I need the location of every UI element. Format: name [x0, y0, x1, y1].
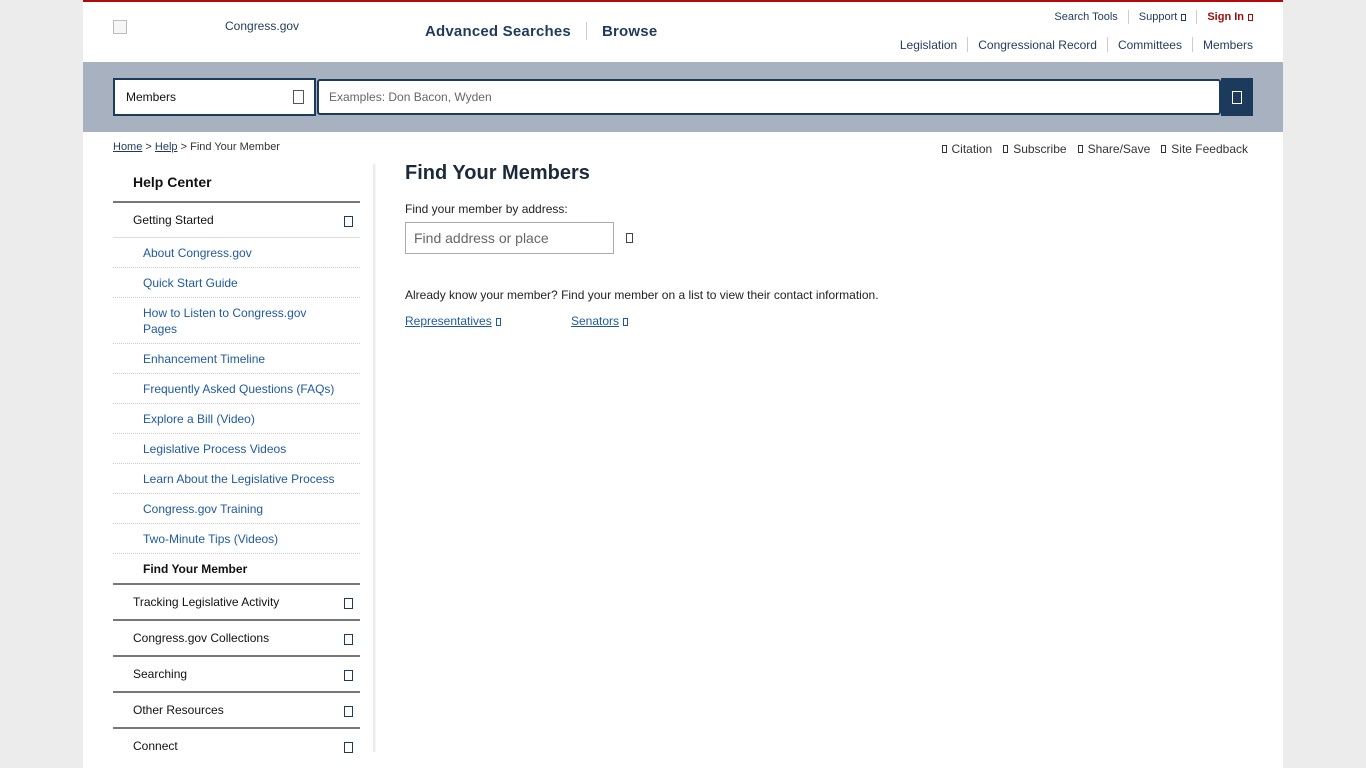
section-connect[interactable]: Connect [113, 729, 360, 763]
sign-in-link[interactable]: Sign In [1207, 11, 1253, 23]
search-band: Members [83, 62, 1283, 132]
breadcrumb: Home > Help > Find Your Member [113, 141, 280, 153]
sign-in-label: Sign In [1207, 11, 1244, 23]
senators-label: Senators [571, 314, 620, 328]
chevron-down-icon [1248, 13, 1253, 21]
sidebar-item-training[interactable]: Congress.gov Training [113, 494, 360, 524]
search-button[interactable] [1221, 78, 1253, 116]
section-label: Congress.gov Collections [133, 631, 270, 645]
share-icon [1077, 145, 1083, 153]
nav-congressional-record[interactable]: Congressional Record [978, 38, 1097, 52]
nav-committees[interactable]: Committees [1118, 38, 1182, 52]
share-save-tool[interactable]: Share/Save [1077, 142, 1151, 156]
breadcrumb-home[interactable]: Home [113, 141, 142, 153]
expand-icon[interactable] [344, 706, 353, 717]
bell-icon [1003, 145, 1009, 153]
know-member-text: Already know your member? Find your memb… [405, 288, 879, 302]
citation-label: Citation [951, 142, 993, 156]
utility-divider [1127, 10, 1129, 24]
breadcrumb-help[interactable]: Help [155, 141, 178, 153]
page: Congress.gov Advanced Searches Browse Se… [83, 0, 1283, 768]
main-nav: Advanced Searches Browse [425, 22, 657, 40]
help-center-title: Help Center [113, 164, 360, 203]
quote-icon [941, 145, 947, 153]
search-scope-value: Members [126, 90, 177, 104]
page-tools: Citation Subscribe Share/Save Site Feedb… [931, 142, 1248, 156]
expand-icon[interactable] [344, 598, 353, 609]
support-label: Support [1138, 11, 1178, 23]
section-searching[interactable]: Searching [113, 657, 360, 693]
sidebar-item-process-videos[interactable]: Legislative Process Videos [113, 434, 360, 464]
nav-legislation[interactable]: Legislation [900, 38, 957, 52]
logo-alt-text: Congress.gov [225, 19, 300, 33]
site-feedback-tool[interactable]: Site Feedback [1161, 142, 1248, 156]
section-label: Tracking Legislative Activity [133, 595, 280, 609]
breadcrumb-separator: > [145, 141, 152, 153]
address-label: Find your member by address: [405, 202, 568, 216]
sidebar-item-enhancement-timeline[interactable]: Enhancement Timeline [113, 344, 360, 374]
expand-icon[interactable] [344, 634, 353, 645]
external-link-icon [495, 318, 501, 326]
search-input[interactable] [317, 79, 1221, 115]
section-getting-started[interactable]: Getting Started [113, 203, 360, 238]
address-input[interactable] [405, 222, 614, 254]
sidebar-item-two-minute-tips[interactable]: Two-Minute Tips (Videos) [113, 524, 360, 554]
nav-divider [1106, 37, 1108, 52]
sidebar-divider [373, 164, 376, 752]
section-label: Getting Started [133, 213, 214, 227]
subscribe-label: Subscribe [1013, 142, 1067, 156]
search-scope-select[interactable]: Members [113, 78, 316, 116]
sidebar-item-listen[interactable]: How to Listen to Congress.gov Pages [113, 298, 360, 344]
breadcrumb-current: Find Your Member [190, 141, 280, 153]
section-label: Connect [133, 739, 178, 753]
section-tracking[interactable]: Tracking Legislative Activity [113, 585, 360, 621]
nav-divider [967, 37, 969, 52]
nav-browse[interactable]: Browse [602, 23, 657, 40]
nav-divider [585, 22, 587, 40]
search-icon [1232, 91, 1242, 104]
representatives-label: Representatives [405, 314, 492, 328]
subscribe-tool[interactable]: Subscribe [1003, 142, 1067, 156]
utility-divider [1196, 10, 1198, 24]
sidebar-item-find-your-member[interactable]: Find Your Member [113, 554, 360, 585]
help-sidebar: Help Center Getting Started About Congre… [113, 164, 360, 763]
secondary-nav: Legislation Congressional Record Committ… [900, 37, 1253, 52]
support-link[interactable]: Support [1139, 11, 1187, 23]
site-logo[interactable]: Congress.gov [113, 19, 313, 44]
section-label: Other Resources [133, 703, 224, 717]
nav-advanced-searches[interactable]: Advanced Searches [425, 23, 571, 40]
breadcrumb-separator: > [180, 141, 188, 153]
representatives-link[interactable]: Representatives [405, 314, 501, 328]
collapse-icon[interactable] [344, 216, 353, 227]
expand-icon[interactable] [344, 670, 353, 681]
search-tools-link[interactable]: Search Tools [1054, 11, 1117, 23]
expand-icon[interactable] [344, 742, 353, 753]
site-feedback-label: Site Feedback [1171, 142, 1248, 156]
page-title: Find Your Members [405, 162, 590, 184]
chevron-down-icon [1181, 13, 1187, 21]
locate-icon[interactable] [626, 233, 633, 243]
nav-members[interactable]: Members [1203, 38, 1253, 52]
senators-link[interactable]: Senators [571, 314, 629, 328]
sidebar-item-about[interactable]: About Congress.gov [113, 238, 360, 268]
dropdown-icon [293, 90, 304, 104]
sidebar-item-explore-bill[interactable]: Explore a Bill (Video) [113, 404, 360, 434]
share-save-label: Share/Save [1087, 142, 1151, 156]
citation-tool[interactable]: Citation [941, 142, 993, 156]
top-accent-bar [83, 0, 1283, 2]
section-collections[interactable]: Congress.gov Collections [113, 621, 360, 657]
main-content: Find Your Members Find your member by ad… [405, 162, 1245, 328]
utility-nav: Search Tools Support Sign In [1054, 10, 1253, 24]
nav-divider [1191, 37, 1193, 52]
sidebar-item-faqs[interactable]: Frequently Asked Questions (FAQs) [113, 374, 360, 404]
section-label: Searching [133, 667, 188, 681]
broken-image-icon [113, 20, 127, 34]
sidebar-item-quick-start[interactable]: Quick Start Guide [113, 268, 360, 298]
external-link-icon [623, 318, 629, 326]
section-other-resources[interactable]: Other Resources [113, 693, 360, 729]
comment-icon [1161, 145, 1167, 153]
sidebar-item-learn-process[interactable]: Learn About the Legislative Process [113, 464, 360, 494]
